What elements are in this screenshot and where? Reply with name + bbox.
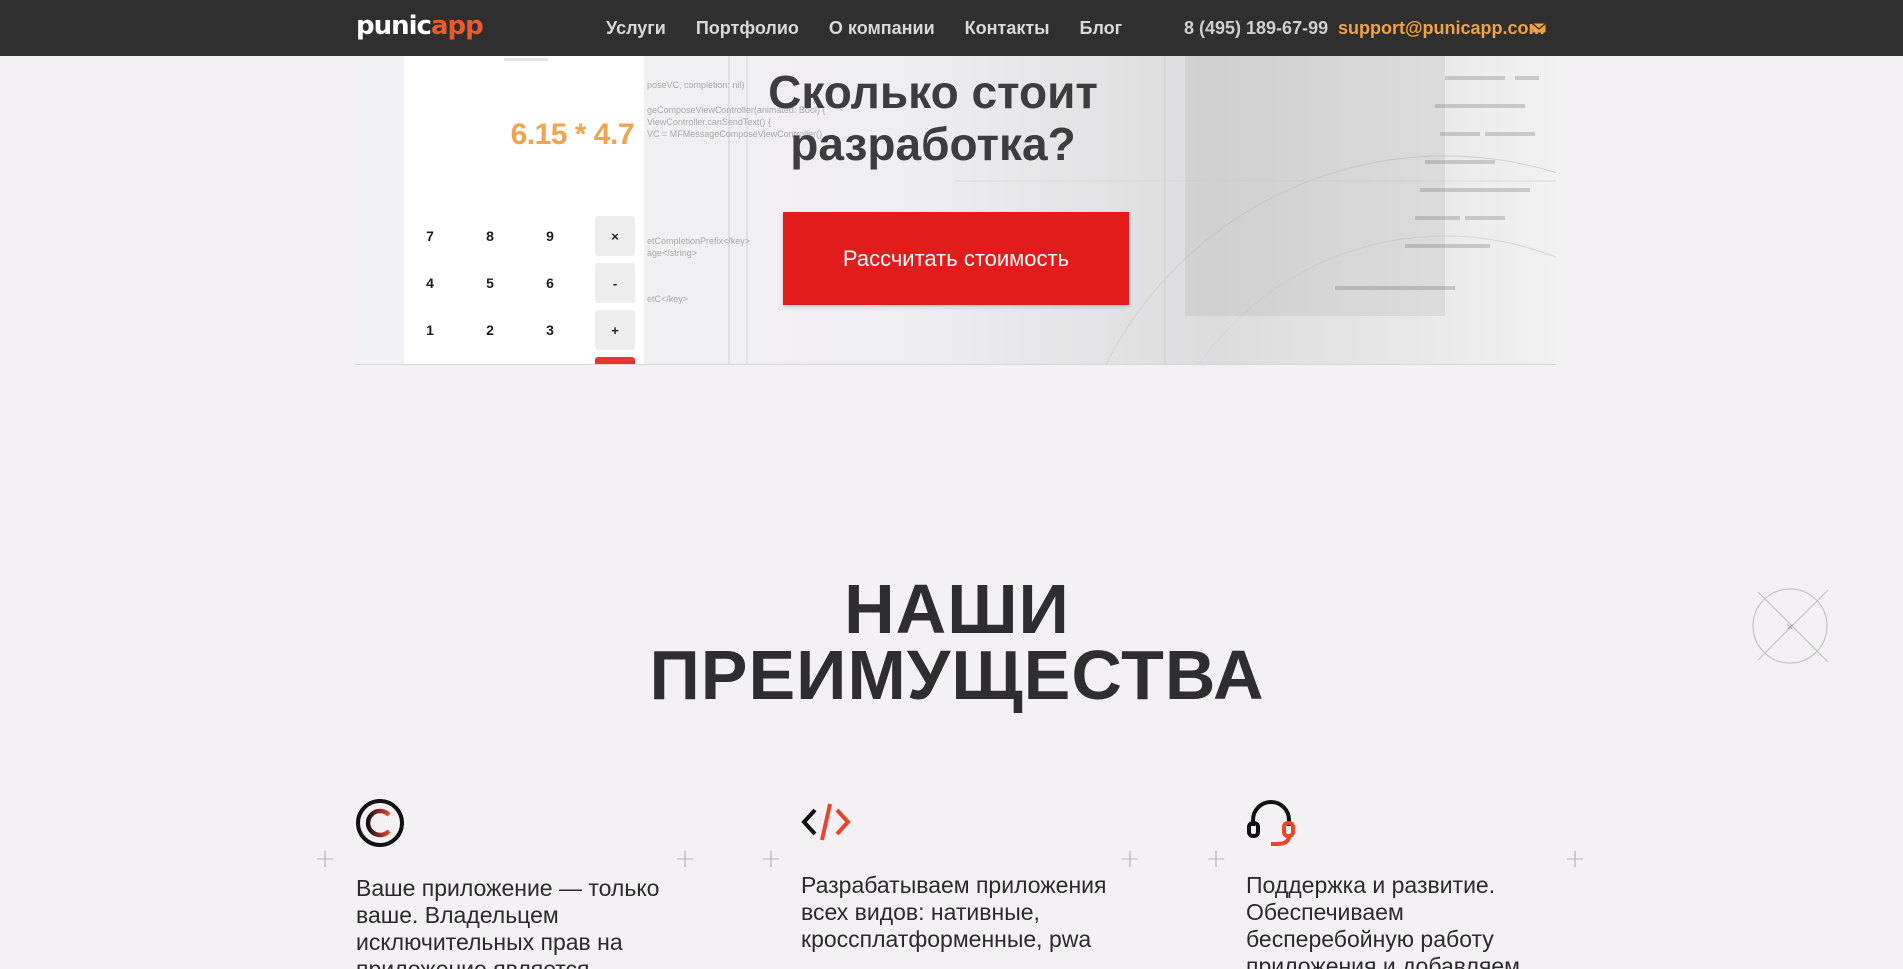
svg-text:age</string>: age</string> <box>647 248 697 258</box>
calc-key-minus: - <box>595 263 635 303</box>
calc-key: 4 <box>426 275 434 291</box>
plus-decoration: + <box>760 844 782 874</box>
feature-text-support: Поддержка и развитие. Обеспечиваем беспе… <box>1246 872 1520 969</box>
calc-key: 3 <box>546 322 554 338</box>
headset-icon <box>1247 800 1295 846</box>
plus-decoration: + <box>1119 844 1141 874</box>
svg-text:poseVC, completion: nil): poseVC, completion: nil) <box>647 80 745 90</box>
nav-item-portfolio[interactable]: Портфолио <box>696 16 799 40</box>
cost-banner: poseVC, completion: nil) geComposeViewCo… <box>355 56 1556 365</box>
nav-item-about[interactable]: О компании <box>829 16 935 40</box>
plus-decoration: + <box>674 844 696 874</box>
calc-key-multiply: × <box>595 216 635 256</box>
phone-number[interactable]: 8 (495) 189-67-99 <box>1184 16 1328 40</box>
email-link[interactable]: support@punicapp.com <box>1338 16 1545 40</box>
envelope-icon[interactable] <box>1532 22 1546 34</box>
svg-text:×: × <box>1786 622 1794 633</box>
nav-item-blog[interactable]: Блог <box>1080 16 1123 40</box>
feature-text-platforms: Разрабатываем приложения всех видов: нат… <box>801 872 1107 952</box>
plus-decoration: + <box>314 844 336 874</box>
copyright-icon <box>356 799 404 847</box>
nav-item-contacts[interactable]: Контакты <box>965 16 1050 40</box>
calc-key: 1 <box>426 322 434 338</box>
advantages-heading: НАШИ ПРЕИМУЩЕСТВА <box>649 570 1265 714</box>
svg-text:ViewController.canSendText() {: ViewController.canSendText() { <box>647 117 771 127</box>
calc-key: 2 <box>486 322 494 338</box>
calc-key-equals: = <box>595 357 635 364</box>
plus-decoration: + <box>1205 844 1227 874</box>
calculator-display: 6.15 * 4.7 <box>510 118 635 151</box>
nav-item-services[interactable]: Услуги <box>606 16 666 40</box>
calculate-cost-button[interactable]: Рассчитать стоимость <box>783 212 1129 305</box>
logo[interactable]: punicapp <box>356 10 484 42</box>
calc-key-plus: + <box>595 310 635 350</box>
code-icon <box>801 803 851 841</box>
logo-main: punic <box>356 11 432 41</box>
feature-text-ownership: Ваше приложение — только ваше. Владельце… <box>356 875 660 969</box>
plus-decoration: + <box>1564 844 1586 874</box>
svg-text:etCompletionPrefix</key>: etCompletionPrefix</key> <box>647 236 750 246</box>
calculator-notch <box>504 58 548 61</box>
logo-accent: app <box>430 11 484 41</box>
calc-key: 8 <box>486 228 494 244</box>
calc-key: 5 <box>486 275 494 291</box>
calc-key: 0 <box>436 357 476 364</box>
svg-text:etC</key>: etC</key> <box>647 294 688 304</box>
main-nav: Услуги Портфолио О компании Контакты Бло… <box>606 16 1122 40</box>
calc-key: 9 <box>546 228 554 244</box>
calculator-illustration: 6.15 * 4.7 7 8 9 × 4 5 6 - 1 2 3 + 0 . = <box>404 56 644 364</box>
calc-key: 7 <box>426 228 434 244</box>
calc-key: . <box>535 357 575 364</box>
cost-heading: Сколько стоит разработка? <box>768 66 1098 170</box>
crosshair-icon: × <box>1752 588 1829 664</box>
calc-key: 6 <box>546 275 554 291</box>
site-header: punicapp Услуги Портфолио О компании Кон… <box>0 0 1903 56</box>
